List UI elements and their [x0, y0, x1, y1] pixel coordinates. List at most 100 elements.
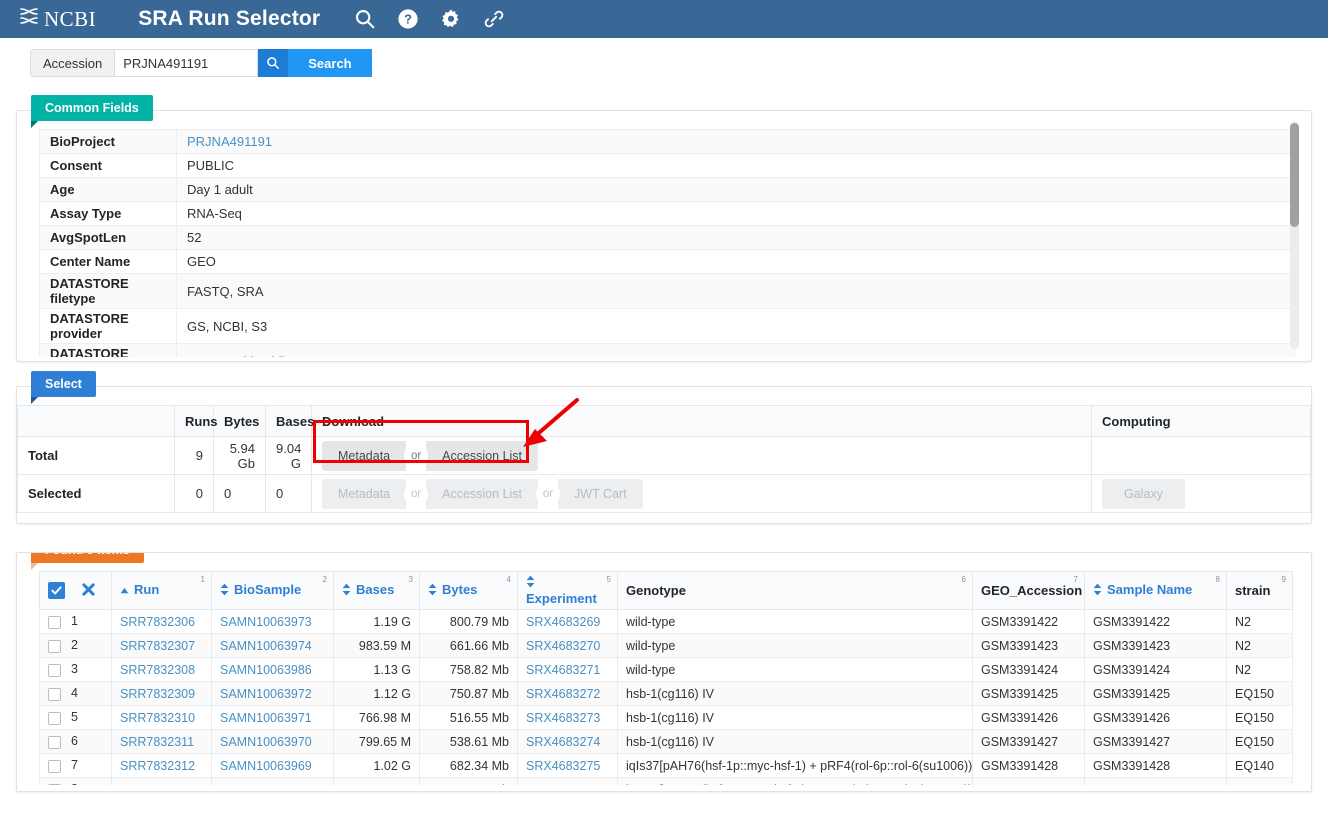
geo-accession-cell: GSM3391429	[972, 777, 1085, 785]
common-fields-scrollbar-thumb[interactable]	[1290, 123, 1299, 227]
biosample-link[interactable]: SAMN10063972	[220, 687, 312, 701]
clear-all-icon[interactable]	[81, 582, 96, 600]
select-tab[interactable]: Select	[31, 371, 96, 404]
experiment-link[interactable]: SRX4683270	[526, 639, 600, 653]
common-fields-scroll-area: BioProject PRJNA491191 Consent PUBLIC Age Day…	[21, 129, 1307, 357]
row-checkbox[interactable]	[48, 711, 61, 725]
found-items-tab[interactable]: Found 9 Items	[31, 553, 144, 570]
biosample-link[interactable]: SAMN10063969	[220, 759, 312, 773]
column-label: GEO_Accession	[981, 583, 1083, 598]
biosample-link[interactable]: SAMN10063971	[220, 711, 312, 725]
table-row: 5 SRR7832310 SAMN10063971 766.98 M 516.55 Mb…	[39, 705, 1293, 730]
row-checkbox[interactable]	[48, 663, 61, 677]
biosample-link[interactable]: SAMN10063986	[220, 663, 312, 677]
selected-label: Selected	[17, 474, 175, 513]
row-checkbox[interactable]	[48, 759, 61, 773]
column-header-biosample[interactable]: BioSample 2	[211, 571, 334, 610]
common-field-key: DATASTORE provider	[39, 308, 177, 344]
ncbi-helix-icon	[18, 6, 40, 32]
common-field-value[interactable]: PRJNA491191	[176, 129, 1295, 154]
experiment-link[interactable]: SRX4683271	[526, 663, 600, 677]
geo-accession-cell: GSM3391428	[972, 753, 1085, 778]
bytes-cell: 516.55 Mb	[419, 705, 518, 730]
column-header-genotype[interactable]: Genotype 6	[617, 571, 973, 610]
total-accession-list-button[interactable]: Accession List	[426, 440, 539, 471]
ribbon-fold	[31, 121, 38, 128]
common-fields-scrollbar[interactable]	[1290, 121, 1299, 349]
search-button[interactable]: Search	[288, 49, 372, 77]
link-icon[interactable]	[483, 8, 505, 30]
common-field-link[interactable]: PRJNA491191	[187, 134, 272, 149]
experiment-cell: SRX4683274	[517, 729, 618, 754]
total-download-button-group[interactable]: Metadata or Accession List	[322, 440, 539, 471]
column-header-geo-accession[interactable]: GEO_Accession 7	[972, 571, 1085, 610]
common-field-key: DATASTORE filetype	[39, 273, 177, 309]
total-metadata-button[interactable]: Metadata	[322, 440, 407, 471]
run-link[interactable]: SRR7832308	[120, 663, 195, 677]
experiment-link[interactable]: SRX4683269	[526, 615, 600, 629]
total-bases: 9.04 G	[265, 436, 312, 475]
common-field-key: Consent	[39, 153, 177, 178]
sample-name-cell: GSM3391428	[1084, 753, 1227, 778]
bytes-cell: 538.61 Mb	[419, 729, 518, 754]
bases-cell: 766.98 M	[333, 705, 420, 730]
biosample-link[interactable]: SAMN10063974	[220, 639, 312, 653]
experiment-cell: SRX4683275	[517, 753, 618, 778]
biosample-link[interactable]: SAMN10063968	[220, 783, 312, 786]
experiment-link[interactable]: SRX4683272	[526, 687, 600, 701]
experiment-link[interactable]: SRX4683275	[526, 759, 600, 773]
biosample-cell: SAMN10063974	[211, 633, 334, 658]
select-col-runs: Runs	[174, 405, 218, 437]
search-input[interactable]	[114, 49, 259, 77]
run-link[interactable]: SRR7832307	[120, 639, 195, 653]
select-col-blank	[17, 405, 175, 437]
run-link[interactable]: SRR7832312	[120, 759, 195, 773]
common-field-value: Day 1 adult	[176, 177, 1295, 202]
sample-name-cell: GSM3391423	[1084, 633, 1227, 658]
biosample-link[interactable]: SAMN10063970	[220, 735, 312, 749]
row-select-cell: 2	[39, 633, 112, 658]
common-field-key: Assay Type	[39, 201, 177, 226]
row-checkbox[interactable]	[48, 687, 61, 701]
run-cell: SRR7832309	[111, 681, 212, 706]
run-link[interactable]: SRR7832309	[120, 687, 195, 701]
column-header-experiment[interactable]: Experiment 5	[517, 571, 618, 610]
row-checkbox[interactable]	[48, 783, 61, 785]
row-checkbox[interactable]	[48, 639, 61, 653]
column-header-run[interactable]: Run 1	[111, 571, 212, 610]
search-icon[interactable]	[354, 8, 376, 30]
experiment-cell: SRX4683273	[517, 705, 618, 730]
search-submit-icon-button[interactable]	[258, 49, 289, 77]
select-selected-row: Selected 0 0 0 Metadata or Accession Lis…	[17, 474, 1311, 513]
strain-cell: N2	[1226, 609, 1293, 634]
column-header-sample-name[interactable]: Sample Name 8	[1084, 571, 1227, 610]
column-index: 8	[1215, 575, 1220, 584]
column-label: Sample Name	[1107, 582, 1193, 598]
gear-icon[interactable]	[440, 8, 462, 30]
column-header-strain[interactable]: strain 9	[1226, 571, 1293, 610]
column-header-bases[interactable]: Bases 3	[333, 571, 420, 610]
experiment-link[interactable]: SRX4683276	[526, 783, 600, 786]
row-checkbox[interactable]	[48, 735, 61, 749]
experiment-link[interactable]: SRX4683274	[526, 735, 600, 749]
common-fields-tab-label: Common Fields	[45, 101, 139, 115]
row-number: 5	[71, 710, 78, 725]
run-link[interactable]: SRR7832306	[120, 615, 195, 629]
ncbi-logo[interactable]: NCBI	[18, 6, 96, 32]
column-header-bytes[interactable]: Bytes 4	[419, 571, 518, 610]
bytes-cell: 758.82 Mb	[419, 657, 518, 682]
common-field-key: AvgSpotLen	[39, 225, 177, 250]
run-link[interactable]: SRR7832310	[120, 711, 195, 725]
row-checkbox[interactable]	[48, 615, 61, 629]
biosample-link[interactable]: SAMN10063973	[220, 615, 312, 629]
common-fields-table: BioProject PRJNA491191 Consent PUBLIC Age Day…	[39, 129, 1295, 357]
common-fields-tab[interactable]: Common Fields	[31, 95, 153, 128]
experiment-link[interactable]: SRX4683273	[526, 711, 600, 725]
select-all-checkbox[interactable]	[48, 582, 65, 599]
common-field-value: GS, NCBI, S3	[176, 308, 1295, 344]
run-link[interactable]: SRR7832311	[120, 735, 194, 749]
table-row: 3 SRR7832308 SAMN10063986 1.13 G 758.82 Mb SR…	[39, 657, 1293, 682]
run-link[interactable]: SRR7832313	[120, 783, 195, 786]
help-icon[interactable]: ?	[397, 8, 419, 30]
experiment-cell: SRX4683271	[517, 657, 618, 682]
